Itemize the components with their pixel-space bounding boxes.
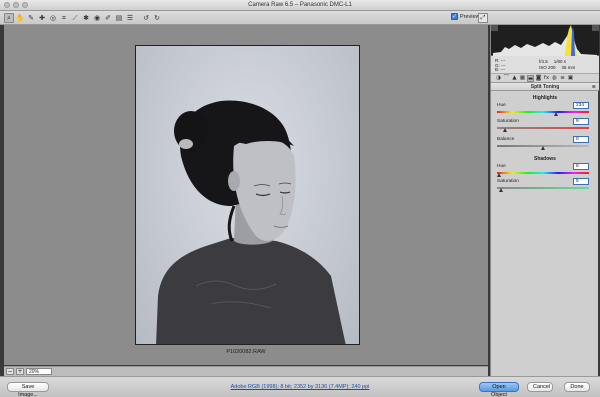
- focal-length-value: 35 mm: [561, 64, 576, 70]
- highlights-hue-field[interactable]: 234: [573, 102, 589, 109]
- adjustment-brush-icon[interactable]: ✐: [103, 13, 113, 23]
- shadows-title: Shadows: [534, 156, 556, 162]
- zoom-out-button[interactable]: −: [6, 368, 14, 375]
- balance-field[interactable]: 0: [573, 136, 589, 143]
- split-toning-tab-icon[interactable]: ▬: [527, 75, 534, 82]
- preview-label: Preview: [460, 13, 480, 20]
- histogram-graph: [491, 25, 599, 56]
- zoom-icon[interactable]: ⌕: [4, 13, 14, 23]
- adjustments-panel: R: --- G: --- B: --- f/4.5 1/80 s ISO 200…: [490, 25, 599, 376]
- shadows-hue-slider[interactable]: [497, 172, 589, 174]
- lens-tab-icon[interactable]: ◙: [535, 75, 542, 82]
- shadows-saturation-field[interactable]: 5: [573, 178, 589, 185]
- zoom-window-icon[interactable]: [22, 2, 28, 8]
- panel-tabs: ◑ ⌒ ▲ ▦ ▬ ◙ fx ◍ ≡ ▣: [491, 74, 599, 83]
- b-value: ---: [500, 67, 506, 73]
- preview-toggle[interactable]: ✓ Preview: [451, 13, 480, 20]
- zoom-in-button[interactable]: +: [16, 368, 24, 375]
- shutter-value: 1/80 s: [553, 59, 567, 64]
- balance-thumb[interactable]: [540, 146, 545, 150]
- camera-calibration-tab-icon[interactable]: ◍: [551, 75, 558, 82]
- straighten-icon[interactable]: ⟋: [70, 13, 80, 23]
- crop-icon[interactable]: ⌗: [59, 13, 69, 23]
- tool-group: ⌕ ✋ ✎ ✚ ◎ ⌗ ⟋ ✱ ◉ ✐ ▤ ☰ ↺ ↻: [4, 13, 162, 23]
- shadows-saturation-slider[interactable]: [497, 187, 589, 189]
- bottom-bar: Save Image... Adobe RGB (1998); 8 bit; 2…: [0, 376, 600, 397]
- red-eye-icon[interactable]: ◉: [92, 13, 102, 23]
- shadows-hue-thumb[interactable]: [496, 173, 501, 177]
- panel-menu-icon[interactable]: ≡: [592, 83, 596, 91]
- shadows-hue-label: Hue: [497, 164, 506, 169]
- b-label: B:: [495, 67, 500, 73]
- fx-tab-icon[interactable]: fx: [543, 75, 550, 82]
- highlights-title: Highlights: [532, 95, 558, 101]
- zoom-level-select[interactable]: 20%: [26, 368, 52, 375]
- iso-value: ISO 200: [539, 64, 556, 70]
- histogram: [491, 25, 599, 56]
- spot-removal-icon[interactable]: ✱: [81, 13, 91, 23]
- photo-preview: [135, 45, 360, 345]
- close-window-icon[interactable]: [4, 2, 10, 8]
- window-controls[interactable]: [4, 2, 28, 8]
- section-title: Split Toning ≡: [491, 83, 599, 91]
- image-filename: P1020082.RAW: [226, 349, 266, 355]
- shadows-hue-field[interactable]: 8: [573, 163, 589, 170]
- image-canvas[interactable]: P1020082.RAW: [4, 25, 488, 365]
- rotate-ccw-icon[interactable]: ↺: [141, 13, 151, 23]
- tool-separator: [136, 13, 140, 23]
- highlights-hue-slider[interactable]: [497, 111, 589, 113]
- balance-label: Balance: [497, 137, 515, 142]
- white-balance-icon[interactable]: ✎: [26, 13, 36, 23]
- highlights-hue-thumb[interactable]: [554, 112, 559, 116]
- minimize-window-icon[interactable]: [13, 2, 19, 8]
- zoom-bar: − + 20%: [4, 366, 488, 376]
- detail-tab-icon[interactable]: ▲: [511, 75, 518, 82]
- graduated-filter-icon[interactable]: ▤: [114, 13, 124, 23]
- open-object-button[interactable]: Open Object: [479, 382, 519, 397]
- hand-icon[interactable]: ✋: [15, 13, 25, 23]
- window-titlebar: Camera Raw 6.5 – Panasonic DMC-L1: [0, 0, 600, 11]
- rotate-cw-icon[interactable]: ↻: [152, 13, 162, 23]
- hsl-tab-icon[interactable]: ▦: [519, 75, 526, 82]
- color-sampler-icon[interactable]: ✚: [37, 13, 47, 23]
- presets-tab-icon[interactable]: ≡: [559, 75, 566, 82]
- split-toning-title: Split Toning: [530, 84, 560, 90]
- shadows-saturation-thumb[interactable]: [499, 188, 504, 192]
- cancel-button[interactable]: Cancel: [527, 382, 553, 392]
- shadows-saturation-label: Saturation: [497, 179, 519, 184]
- tool-bar: ⌕ ✋ ✎ ✚ ◎ ⌗ ⟋ ✱ ◉ ✐ ▤ ☰ ↺ ↻ ✓ Preview ⤢: [0, 11, 600, 25]
- aperture-value: f/4.5: [539, 59, 548, 64]
- portrait-image: [156, 100, 346, 344]
- targeted-adjust-icon[interactable]: ◎: [48, 13, 58, 23]
- preferences-icon[interactable]: ☰: [125, 13, 135, 23]
- fullscreen-icon[interactable]: ⤢: [478, 13, 488, 23]
- highlights-saturation-slider[interactable]: [497, 127, 589, 129]
- basic-tab-icon[interactable]: ◑: [495, 75, 502, 82]
- preview-checkbox[interactable]: ✓: [451, 13, 458, 20]
- highlights-hue-label: Hue: [497, 103, 506, 108]
- highlights-saturation-field[interactable]: 9: [573, 118, 589, 125]
- camera-readout: R: --- G: --- B: --- f/4.5 1/80 s ISO 200…: [491, 56, 599, 74]
- highlights-saturation-thumb[interactable]: [502, 128, 507, 132]
- window-title: Camera Raw 6.5 – Panasonic DMC-L1: [248, 2, 352, 8]
- tone-curve-tab-icon[interactable]: ⌒: [503, 75, 510, 82]
- done-button[interactable]: Done: [564, 382, 590, 392]
- highlights-saturation-label: Saturation: [497, 119, 519, 124]
- snapshots-tab-icon[interactable]: ▣: [567, 75, 574, 82]
